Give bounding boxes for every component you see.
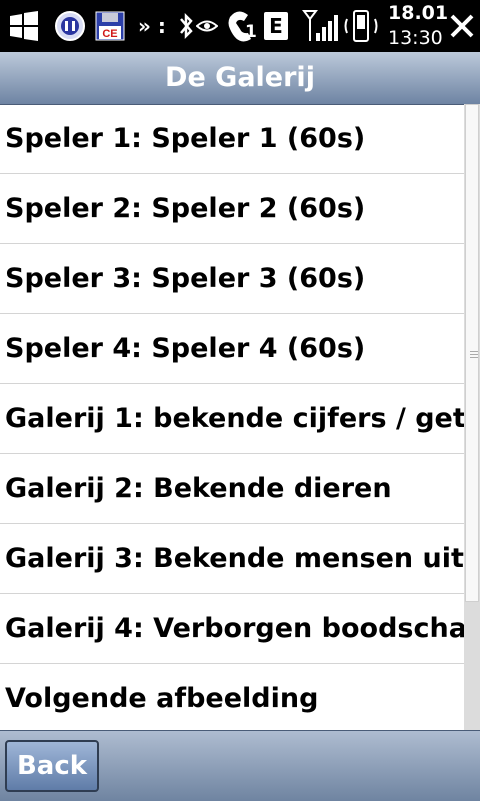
- signal-icon: [300, 0, 340, 52]
- back-button[interactable]: Back: [5, 740, 99, 792]
- page-title: De Galerij: [165, 62, 315, 93]
- network-type: E: [264, 12, 288, 40]
- list-item[interactable]: Speler 2: Speler 2 (60s): [0, 174, 464, 244]
- eye-icon: [196, 0, 218, 52]
- status-time: 13:30: [388, 27, 443, 49]
- menu-list: Speler 1: Speler 1 (60s) Speler 2: Spele…: [0, 104, 464, 730]
- list-item[interactable]: Speler 3: Speler 3 (60s): [0, 244, 464, 314]
- app-icon[interactable]: [52, 0, 88, 52]
- scrollbar-thumb[interactable]: [465, 104, 479, 602]
- status-date: 18.01: [388, 2, 449, 24]
- svg-text:CE: CE: [102, 28, 117, 40]
- close-icon[interactable]: [446, 0, 478, 52]
- battery-phone-icon: [342, 0, 380, 52]
- phone-icon: 1: [218, 0, 262, 52]
- list-item[interactable]: Speler 4: Speler 4 (60s): [0, 314, 464, 384]
- list-item[interactable]: Galerij 1: bekende cijfers / get: [0, 384, 464, 454]
- call-count: 1: [245, 22, 257, 42]
- network-e-icon: E: [262, 0, 290, 52]
- bottom-bar: Back: [0, 730, 480, 801]
- list-item[interactable]: Galerij 3: Bekende mensen uit: [0, 524, 464, 594]
- list-item[interactable]: Galerij 4: Verborgen boodscha: [0, 594, 464, 664]
- status-bar: CE » : 1 E 18.01 13:30: [0, 0, 480, 52]
- list-item[interactable]: Speler 1: Speler 1 (60s): [0, 104, 464, 174]
- title-bar: De Galerij: [0, 52, 480, 105]
- list-item[interactable]: Volgende afbeelding: [0, 664, 464, 730]
- ce-save-icon[interactable]: CE: [92, 0, 128, 52]
- list-item[interactable]: Galerij 2: Bekende dieren: [0, 454, 464, 524]
- more-icons-indicator[interactable]: » :: [134, 0, 170, 52]
- clock[interactable]: 18.01 13:30: [388, 0, 448, 52]
- scrollbar[interactable]: [464, 104, 480, 730]
- grip-icon: [470, 351, 478, 360]
- windows-start-icon[interactable]: [2, 0, 46, 52]
